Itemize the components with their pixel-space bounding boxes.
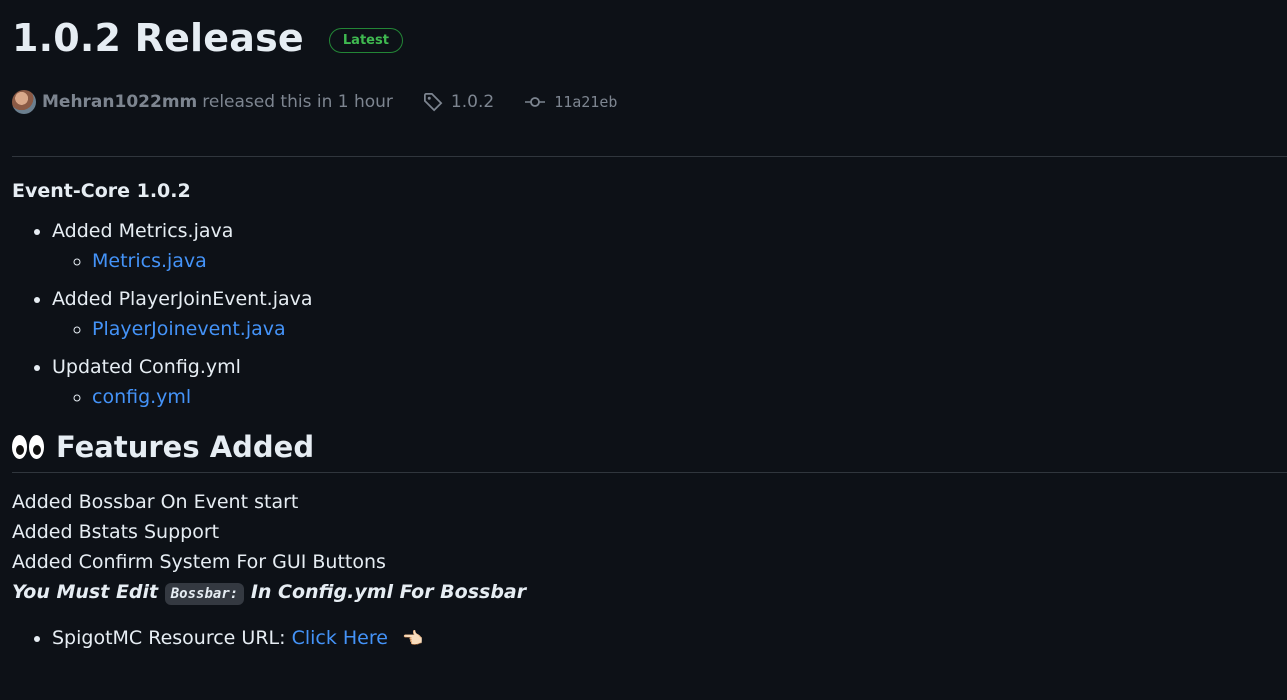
release-title[interactable]: 1.0.2 Release bbox=[12, 16, 304, 60]
config-note: You Must Edit Bossbar: In Config.yml For… bbox=[12, 577, 1287, 609]
released-text: released this in 1 hour bbox=[202, 92, 393, 112]
features-list: Added Bossbar On Event start Added Bstat… bbox=[12, 487, 1287, 609]
list-item: config.yml bbox=[92, 382, 1287, 412]
file-link-config[interactable]: config.yml bbox=[92, 386, 191, 408]
list-item: Metrics.java bbox=[92, 246, 1287, 276]
pointing-hand-icon: 👈🏻 bbox=[401, 628, 424, 649]
list-item: SpigotMC Resource URL: Click Here 👈🏻 bbox=[52, 623, 1287, 654]
tag-icon bbox=[423, 93, 443, 112]
resource-list: SpigotMC Resource URL: Click Here 👈🏻 bbox=[12, 623, 1287, 654]
header-divider bbox=[12, 156, 1287, 157]
change-label: Added Metrics.java bbox=[52, 220, 234, 242]
change-label: Updated Config.yml bbox=[52, 356, 241, 378]
feature-item: Added Bossbar On Event start bbox=[12, 491, 299, 513]
latest-badge: Latest bbox=[328, 27, 403, 53]
inline-code: Bossbar: bbox=[164, 583, 245, 605]
changes-list: Added Metrics.java Metrics.java Added Pl… bbox=[12, 216, 1287, 412]
tag-link[interactable]: 1.0.2 bbox=[423, 92, 494, 112]
notes-subtitle: Event-Core 1.0.2 bbox=[12, 180, 191, 202]
list-item: Added PlayerJoinEvent.java PlayerJoineve… bbox=[52, 284, 1287, 344]
release-notes: Event-Core 1.0.2 Added Metrics.java Metr… bbox=[12, 180, 1287, 654]
tag-label: 1.0.2 bbox=[450, 92, 495, 112]
list-item: PlayerJoinevent.java bbox=[92, 314, 1287, 344]
file-link-playerjoinevent[interactable]: PlayerJoinevent.java bbox=[92, 318, 286, 340]
release-meta: Mehran1022mm released this in 1 hour 1.0… bbox=[12, 90, 617, 114]
eyes-emoji-icon bbox=[12, 435, 46, 459]
feature-item: Added Bstats Support bbox=[12, 521, 220, 543]
commit-hash: 11a21eb bbox=[554, 93, 618, 111]
commit-icon bbox=[525, 97, 546, 107]
list-item: Updated Config.yml config.yml bbox=[52, 352, 1287, 412]
change-label: Added PlayerJoinEvent.java bbox=[52, 288, 313, 310]
list-item: Added Metrics.java Metrics.java bbox=[52, 216, 1287, 276]
feature-item: Added Confirm System For GUI Buttons bbox=[12, 551, 386, 573]
file-link-metrics[interactable]: Metrics.java bbox=[92, 250, 207, 272]
features-heading: Features Added bbox=[12, 430, 1287, 473]
note-suffix: In Config.yml For Bossbar bbox=[250, 581, 527, 603]
features-heading-text: Features Added bbox=[56, 430, 315, 464]
resource-label: SpigotMC Resource URL: bbox=[52, 627, 286, 649]
commit-link[interactable]: 11a21eb bbox=[524, 93, 617, 111]
author-link[interactable]: Mehran1022mm bbox=[42, 92, 197, 112]
release-header: 1.0.2 Release Latest bbox=[12, 16, 403, 60]
resource-link[interactable]: Click Here bbox=[292, 627, 388, 649]
avatar[interactable] bbox=[12, 90, 36, 114]
note-prefix: You Must Edit bbox=[12, 581, 159, 603]
